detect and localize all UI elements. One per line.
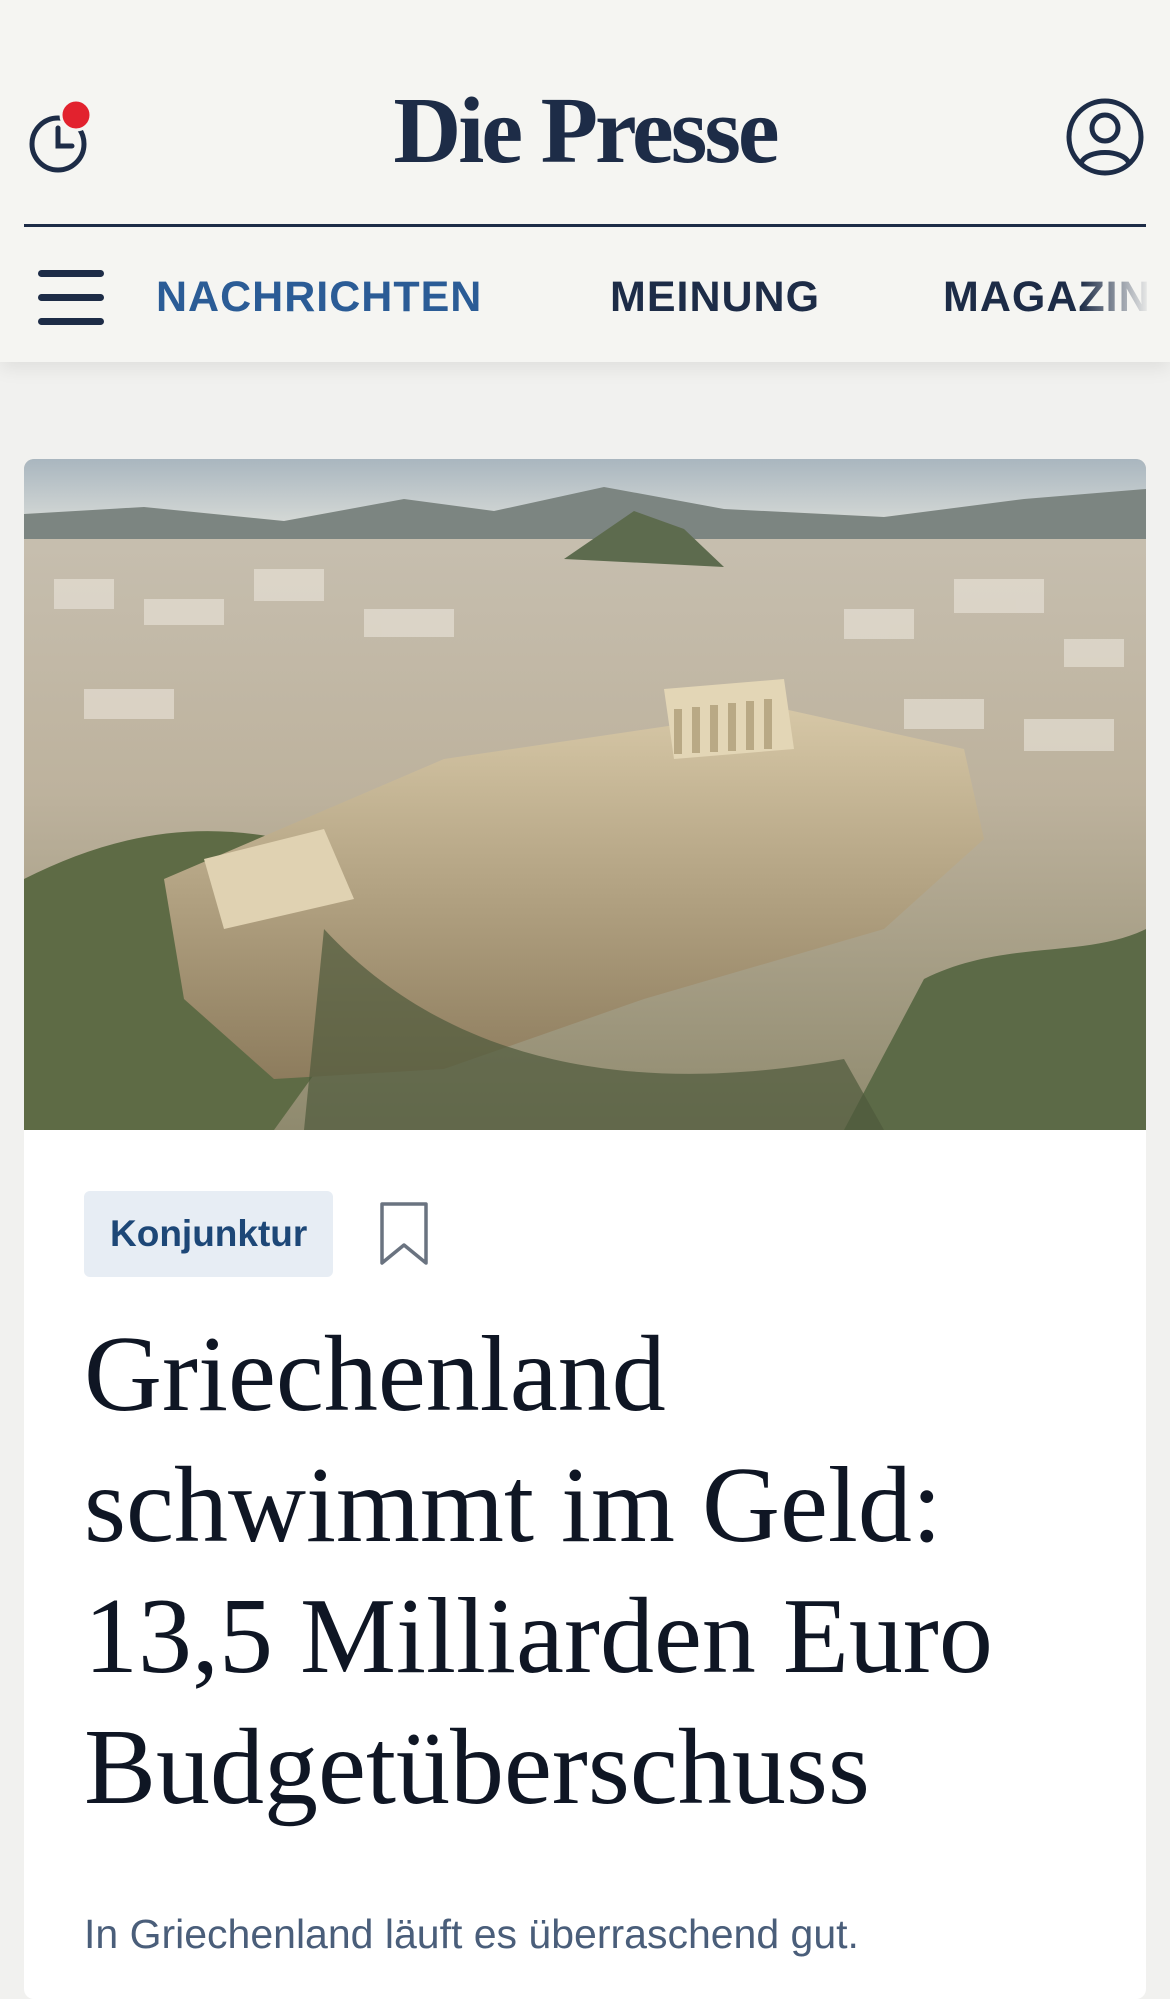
user-circle-icon xyxy=(1066,98,1144,176)
category-tag[interactable]: Konjunktur xyxy=(84,1191,334,1277)
menu-button[interactable] xyxy=(38,270,106,326)
hero-image[interactable] xyxy=(24,459,1146,1130)
article-card[interactable]: Konjunktur Griechenland schwimmt im Geld… xyxy=(24,459,1146,1999)
site-logo[interactable]: Die Presse xyxy=(0,84,1170,178)
header-divider xyxy=(24,224,1146,227)
nav-item-nachrichten[interactable]: NACHRICHTEN xyxy=(156,271,482,323)
site-header: Die Presse NACHRICHTEN MEINUNG MAGAZIN xyxy=(0,0,1170,362)
article-lead: In Griechenland läuft es überraschend gu… xyxy=(84,1911,859,1957)
nav-item-meinung[interactable]: MEINUNG xyxy=(610,271,820,323)
nav-scroll-fade xyxy=(1080,262,1170,332)
bookmark-icon[interactable] xyxy=(378,1201,430,1267)
hamburger-menu-icon xyxy=(38,270,104,277)
account-button[interactable] xyxy=(1065,97,1145,177)
article-headline[interactable]: Griechenland schwimmt im Geld: 13,5 Mill… xyxy=(84,1309,1104,1833)
